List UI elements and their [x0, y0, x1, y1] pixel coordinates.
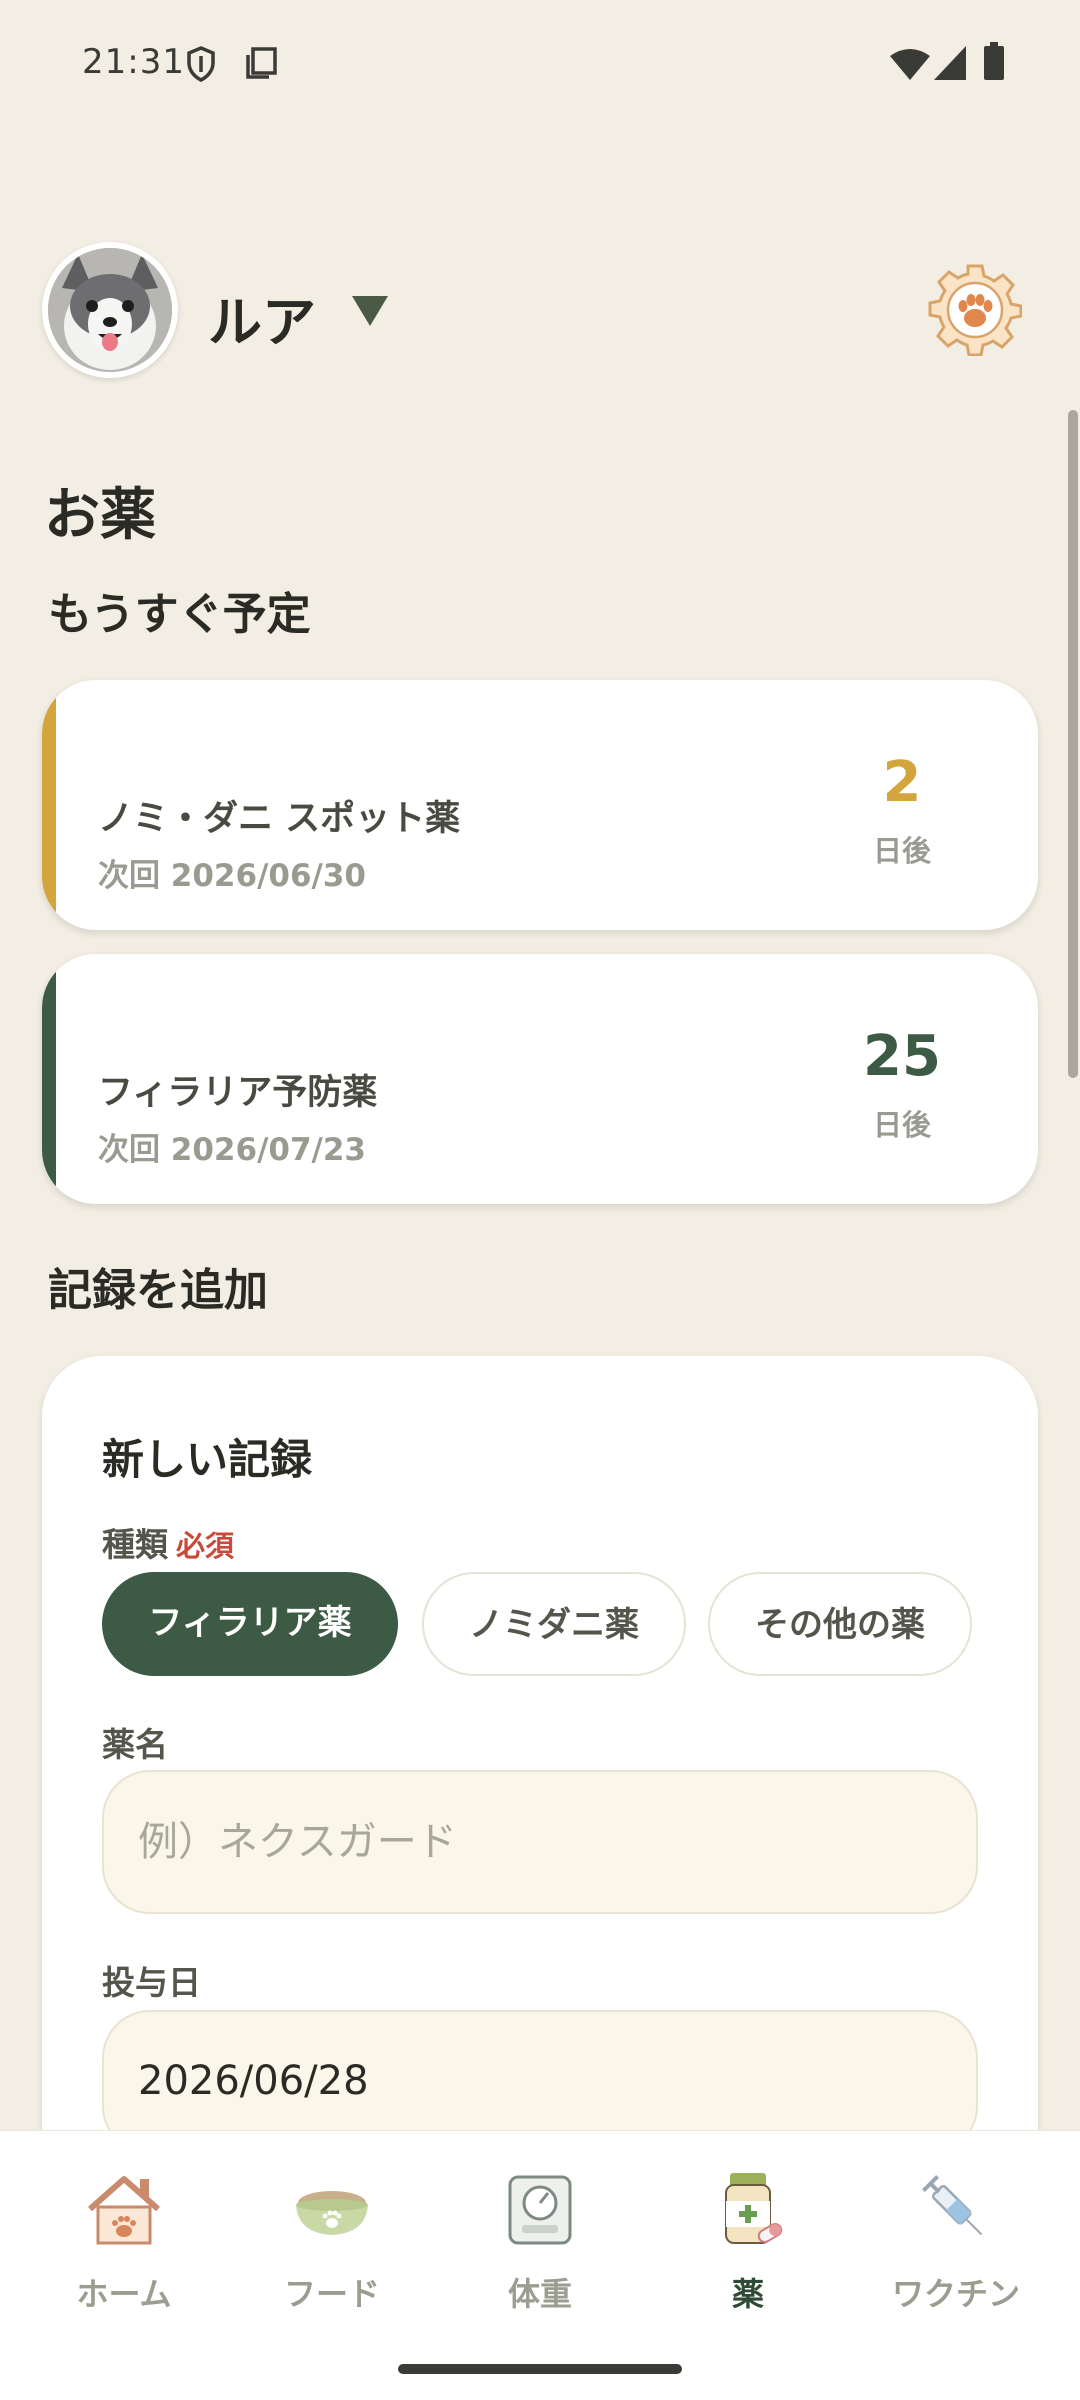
gesture-handle[interactable] — [398, 2364, 682, 2374]
nav-label: フード — [283, 2275, 380, 2313]
home-icon — [88, 2176, 160, 2245]
scrollbar[interactable] — [1068, 410, 1078, 1078]
type-label: 種類 必須 — [102, 1518, 234, 1566]
nav-item-food[interactable]: フード — [224, 2131, 440, 2331]
nav-item-medicine[interactable]: 薬 — [640, 2131, 856, 2331]
days-remaining: 25 — [863, 1024, 941, 1089]
card-accent-bar — [42, 954, 56, 1204]
bottom-navigation: ホーム フード 体重 薬 ワクチン — [0, 2130, 1080, 2400]
date-label: 投与日 — [102, 1963, 201, 2002]
screen-copy-icon — [246, 47, 277, 79]
medicine-name: ノミ・ダニ スポット薬 — [98, 799, 461, 839]
medicine-name-input[interactable] — [104, 1772, 976, 1912]
chip-heartworm[interactable]: フィラリア薬 — [102, 1572, 398, 1676]
next-date: 次回 2026/06/30 — [98, 858, 366, 894]
pet-name[interactable]: ルア — [208, 278, 316, 357]
upcoming-section-title: もうすぐ予定 — [48, 589, 311, 640]
days-unit: 日後 — [872, 834, 931, 868]
card-accent-bar — [42, 680, 56, 930]
food-bowl-icon — [296, 2191, 368, 2235]
type-label-text: 種類 — [102, 1525, 168, 1564]
status-time: 21:31 — [82, 42, 185, 82]
medicine-icon — [725, 2173, 783, 2244]
nav-item-home[interactable]: ホーム — [16, 2131, 232, 2331]
gear-paw-icon — [928, 264, 1023, 357]
days-unit: 日後 — [872, 1108, 931, 1142]
nav-label: ワクチン — [891, 2275, 1020, 2313]
add-record-section-title: 記録を追加 — [48, 1265, 268, 1316]
next-date: 次回 2026/07/23 — [98, 1132, 366, 1168]
medicine-name-label: 薬名 — [102, 1725, 168, 1764]
nav-label: 薬 — [731, 2275, 764, 2313]
nav-item-vaccine[interactable]: ワクチン — [848, 2131, 1064, 2331]
days-remaining: 2 — [882, 750, 922, 815]
upcoming-card-heartworm[interactable]: フィラリア予防薬 次回 2026/07/23 25 日後 — [42, 954, 1038, 1204]
syringe-icon — [922, 2175, 983, 2236]
pet-avatar[interactable] — [42, 242, 178, 378]
battery-icon — [984, 42, 1004, 80]
scale-icon — [508, 2175, 572, 2245]
nav-label: 体重 — [507, 2275, 572, 2313]
wifi-icon — [890, 49, 930, 80]
chevron-down-icon[interactable] — [352, 296, 388, 326]
form-title: 新しい記録 — [102, 1435, 313, 1484]
status-bar: 21:31 — [0, 0, 1080, 130]
page-title: お薬 — [44, 483, 156, 548]
dog-photo-icon — [48, 248, 172, 372]
nav-label: ホーム — [76, 2275, 172, 2313]
vpn-shield-icon — [187, 46, 215, 82]
medicine-name-field[interactable] — [102, 1770, 978, 1914]
chip-flea-tick[interactable]: ノミダニ薬 — [422, 1572, 686, 1676]
required-badge: 必須 — [176, 1529, 235, 1563]
chip-other[interactable]: その他の薬 — [708, 1572, 972, 1676]
medicine-name: フィラリア予防薬 — [98, 1073, 378, 1113]
settings-button[interactable] — [928, 262, 1023, 357]
date-value: 2026/06/28 — [138, 2058, 369, 2104]
nav-item-weight[interactable]: 体重 — [432, 2131, 648, 2331]
cellular-signal-icon — [934, 46, 966, 80]
upcoming-card-flea-tick[interactable]: ノミ・ダニ スポット薬 次回 2026/06/30 2 日後 — [42, 680, 1038, 930]
